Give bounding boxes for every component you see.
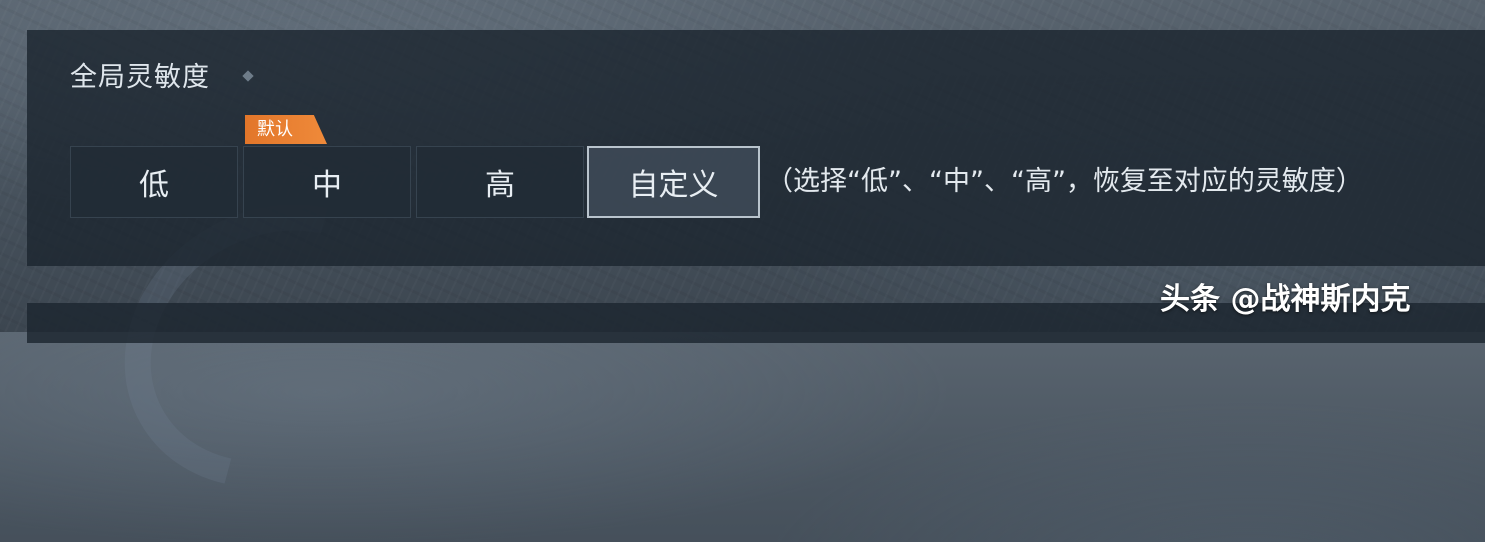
watermark: 头条 @战神斯内克 bbox=[1160, 282, 1411, 317]
sensitivity-option-group: 低 中 高 自定义 bbox=[70, 146, 765, 218]
sensitivity-medium-button[interactable]: 中 bbox=[243, 146, 411, 218]
section-title: 全局灵敏度 bbox=[70, 62, 210, 93]
sensitivity-high-button[interactable]: 高 bbox=[416, 146, 584, 218]
sensitivity-hint-text: （选择“低”、“中”、“高”，恢复至对应的灵敏度） bbox=[766, 166, 1363, 197]
sensitivity-low-button[interactable]: 低 bbox=[70, 146, 238, 218]
sensitivity-custom-button[interactable]: 自定义 bbox=[587, 146, 760, 218]
default-badge: 默认 bbox=[245, 115, 327, 144]
